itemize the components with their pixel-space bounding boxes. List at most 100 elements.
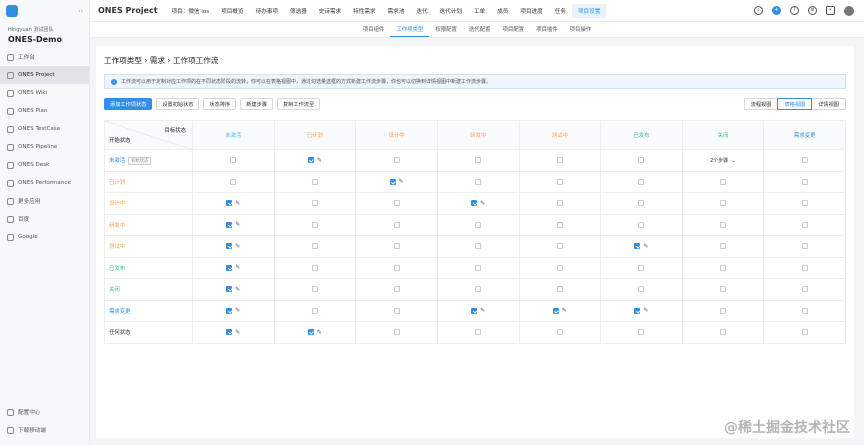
transition-checkbox[interactable] [720,307,727,314]
transition-checkbox[interactable] [226,307,233,314]
avatar[interactable] [844,5,854,16]
transition-checkbox[interactable] [475,286,482,292]
transition-checkbox[interactable] [226,264,233,271]
transition-checkbox[interactable] [311,286,318,292]
edit-icon[interactable]: ✎ [317,157,322,164]
nav-item-1[interactable]: 项目概览 [215,0,249,22]
sidebar-item-ones-testcase[interactable]: ONES TestCase [0,120,89,138]
transition-checkbox[interactable] [226,200,233,207]
toolbar-button-2[interactable]: 状态排序 [203,98,237,110]
sidebar-bottom-item-1[interactable]: 下载移动端 [0,421,90,439]
nav-item-4[interactable]: 史诗需求 [313,0,347,22]
transition-checkbox[interactable] [638,157,645,163]
transition-checkbox[interactable] [556,200,563,206]
toolbar-button-3[interactable]: 新建步骤 [240,98,273,110]
bell-icon[interactable]: • [826,6,835,15]
view-tab-1[interactable]: 表格视图 [777,98,813,110]
transition-checkbox[interactable] [801,221,808,228]
nav-item-6[interactable]: 需求池 [382,0,411,22]
transition-checkbox[interactable] [801,307,808,314]
transition-checkbox[interactable] [307,157,314,164]
transition-checkbox[interactable] [226,221,233,228]
nav-item-9[interactable]: 工单 [468,0,491,22]
transition-checkbox[interactable] [393,329,400,335]
transition-checkbox[interactable] [226,286,233,293]
transition-checkbox[interactable] [638,200,645,206]
nav-item-11[interactable]: 项目进度 [514,0,548,22]
transition-checkbox[interactable] [720,286,727,292]
steps-dropdown[interactable]: 2个步骤 [710,158,728,164]
edit-icon[interactable]: ✎ [643,243,648,250]
project-switcher[interactable]: ONES-Demo [0,33,89,48]
transition-checkbox[interactable] [634,307,641,314]
transition-checkbox[interactable] [230,178,237,185]
transition-checkbox[interactable] [720,221,727,228]
transition-checkbox[interactable] [307,329,314,336]
transition-checkbox[interactable] [638,178,645,185]
toolbar-button-4[interactable]: 复制工作流至 [277,98,321,110]
transition-checkbox[interactable] [638,329,645,335]
sidebar-item-ones-pipeline[interactable]: ONES Pipeline [0,138,89,156]
transition-checkbox[interactable] [556,157,563,163]
toolbar-button-0[interactable]: 添加工作项状态 [104,98,153,110]
sidebar-item-item-0[interactable]: 工作台 [0,48,89,66]
transition-checkbox[interactable] [552,307,559,314]
transition-checkbox[interactable] [556,243,563,249]
transition-checkbox[interactable] [801,243,808,249]
nav-item-5[interactable]: 特性需求 [347,0,381,22]
transition-checkbox[interactable] [393,157,400,163]
transition-checkbox[interactable] [475,329,482,335]
sidebar-item-ones-plan[interactable]: ONES Plan [0,102,89,120]
transition-checkbox[interactable] [556,178,563,185]
edit-icon[interactable]: ✎ [235,329,240,336]
edit-icon[interactable]: ✎ [643,307,648,314]
transition-checkbox[interactable] [801,200,808,206]
transition-checkbox[interactable] [311,221,318,228]
transition-checkbox[interactable] [638,221,645,228]
nav-item-2[interactable]: 待办事项 [250,0,284,22]
transition-checkbox[interactable] [475,178,482,185]
transition-checkbox[interactable] [801,157,808,163]
transition-checkbox[interactable] [226,243,233,250]
edit-icon[interactable]: ✎ [562,307,567,314]
transition-checkbox[interactable] [475,221,482,228]
transition-checkbox[interactable] [389,178,396,185]
transition-checkbox[interactable] [311,200,318,206]
sidebar-bottom-item-0[interactable]: 配置中心 [0,403,90,421]
edit-icon[interactable]: ✎ [480,307,485,314]
nav-item-13[interactable]: 项目设置 [571,3,607,18]
toolbar-button-1[interactable]: 设置初始状态 [156,98,200,110]
transition-checkbox[interactable] [311,307,318,314]
transition-checkbox[interactable] [556,329,563,335]
transition-checkbox[interactable] [393,200,400,206]
sidebar-item-ones-desk[interactable]: ONES Desk [0,156,89,174]
nav-item-0[interactable]: 项目：微信 ios [166,0,216,22]
subnav-item-2[interactable]: 权限配置 [429,22,463,37]
transition-checkbox[interactable] [801,329,808,335]
transition-checkbox[interactable] [393,307,400,314]
transition-checkbox[interactable] [634,243,641,250]
sidebar-item-ones-performance[interactable]: ONES Performance [0,174,89,192]
transition-checkbox[interactable] [475,157,482,163]
help-icon[interactable]: ? [790,6,799,15]
sidebar-item-item-9[interactable]: 百度 [0,210,89,228]
edit-icon[interactable]: ✎ [235,243,240,250]
transition-checkbox[interactable] [556,221,563,228]
sidebar-item-ones-wiki[interactable]: ONES Wiki [0,84,89,102]
transition-checkbox[interactable] [393,264,400,271]
sidebar-item-ones-project[interactable]: ONES Project [0,66,89,84]
transition-checkbox[interactable] [720,264,727,271]
nav-item-3[interactable]: 筛选器 [284,0,313,22]
transition-checkbox[interactable] [471,307,478,314]
edit-icon[interactable]: ✎ [235,286,240,293]
view-tab-0[interactable]: 流程视图 [743,98,779,110]
subnav-item-1[interactable]: 工作项类型 [390,22,430,37]
subnav-item-5[interactable]: 项目插件 [530,22,564,37]
nav-item-12[interactable]: 任务 [549,0,572,22]
edit-icon[interactable]: ✎ [480,200,485,207]
view-tab-2[interactable]: 详情视图 [811,98,846,110]
transition-checkbox[interactable] [638,286,645,292]
transition-checkbox[interactable] [471,200,478,207]
transition-checkbox[interactable] [230,157,237,163]
transition-checkbox[interactable] [720,200,727,206]
